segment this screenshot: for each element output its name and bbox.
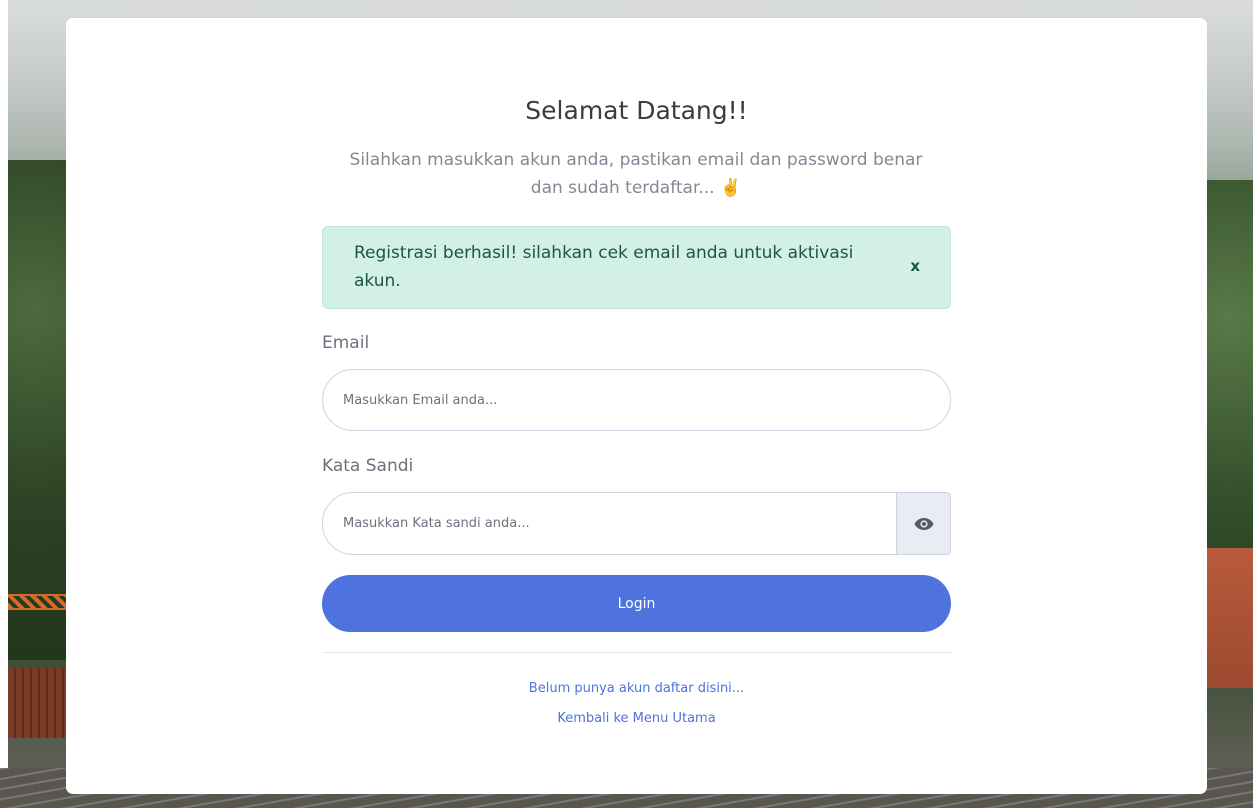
home-link[interactable]: Kembali ke Menu Utama xyxy=(66,711,1207,726)
background-crane xyxy=(8,594,68,610)
email-label: Email xyxy=(322,333,370,353)
login-button[interactable]: Login xyxy=(322,575,951,632)
email-input[interactable] xyxy=(322,369,951,431)
alert-message: Registrasi berhasil! silahkan cek email … xyxy=(354,243,854,291)
eye-icon xyxy=(914,517,933,530)
subtitle-line-2: dan sudah terdaftar... ✌️ xyxy=(530,178,742,198)
toggle-password-button[interactable] xyxy=(896,492,951,555)
success-alert: Registrasi berhasil! silahkan cek email … xyxy=(322,226,951,309)
background-wagon xyxy=(8,668,68,738)
background-house xyxy=(1207,548,1253,688)
password-label: Kata Sandi xyxy=(322,456,414,476)
page-title: Selamat Datang!! xyxy=(525,96,748,125)
alert-close-button[interactable]: x xyxy=(910,257,920,275)
login-card: Selamat Datang!! Silahkan masukkan akun … xyxy=(66,18,1207,794)
left-edge xyxy=(0,0,8,808)
background-trees-left xyxy=(8,160,68,660)
register-link[interactable]: Belum punya akun daftar disini... xyxy=(66,681,1207,696)
divider xyxy=(322,652,951,653)
page-subtitle: Silahkan masukkan akun anda, pastikan em… xyxy=(322,146,950,202)
subtitle-line-1: Silahkan masukkan akun anda, pastikan em… xyxy=(349,150,923,170)
password-group xyxy=(322,492,951,555)
password-input[interactable] xyxy=(322,492,897,555)
